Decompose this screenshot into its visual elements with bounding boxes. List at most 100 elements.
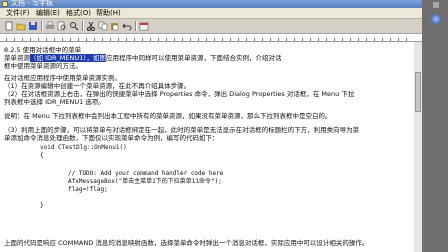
ruler-tick	[310, 38, 311, 41]
ruler-tick	[102, 38, 103, 41]
ruler-tick	[350, 38, 351, 41]
title-bar[interactable]: 文档 - 写字板	[0, 0, 422, 8]
ruler-tick	[270, 38, 271, 41]
ruler-tick	[70, 38, 71, 41]
undo-icon[interactable]	[122, 21, 132, 31]
ruler-tick	[30, 38, 31, 41]
new-icon[interactable]	[4, 21, 14, 31]
ruler-tick	[398, 38, 399, 41]
ruler-tick	[94, 38, 95, 41]
toolbar-separator	[135, 21, 136, 31]
paragraph-line: （1）在资源编辑中创建一个菜单资源，在此不再介绍具体步骤。	[4, 82, 191, 90]
text-run: 菜单资源	[4, 54, 30, 62]
code-line: }	[40, 202, 44, 209]
ruler-tick	[46, 38, 47, 41]
ruler-tick	[142, 38, 143, 41]
ruler-tick	[278, 38, 279, 41]
paragraph-line: 列表框中选择 IDR_MENU1 选项。	[4, 98, 105, 106]
ruler-tick	[190, 38, 191, 41]
ruler-tick	[358, 38, 359, 41]
ruler-tick	[174, 38, 175, 41]
vertical-scrollbar[interactable]	[414, 42, 422, 252]
ruler-tick	[222, 38, 223, 41]
ruler-tick	[246, 38, 247, 41]
ruler-tick	[302, 38, 303, 41]
ruler-tick	[262, 38, 263, 41]
selected-text[interactable]: （如 IDR_MENU1），如图	[30, 54, 106, 62]
print-icon[interactable]	[45, 21, 55, 31]
text-run: 应用程序中同样可以使用菜单资源，下面结合实例，介绍对话	[105, 54, 282, 62]
ruler-tick	[134, 38, 135, 41]
ruler-tick	[286, 38, 287, 41]
paragraph-line: 框中使用菜单资源的方法。	[4, 62, 82, 70]
ruler-tick	[54, 38, 55, 41]
scroll-thumb[interactable]	[415, 72, 421, 112]
document-area[interactable]: 8.2.5 使用对话框中的菜单 菜单资源（如 IDR_MENU1），如图应用程序…	[0, 42, 414, 252]
copy-icon[interactable]	[98, 21, 108, 31]
ruler-tick	[334, 38, 335, 41]
paragraph-line: （2）在对话框资源上右击，在弹出的快捷菜单中选择 Properties 命令，弹…	[4, 90, 355, 98]
ruler-tick	[86, 38, 87, 41]
section-heading: 8.2.5 使用对话框中的菜单	[4, 46, 82, 54]
close-icon[interactable]	[433, 2, 439, 8]
cut-icon[interactable]	[86, 21, 96, 31]
paragraph-line: 菜单资源（如 IDR_MENU1），如图应用程序中同样可以使用菜单资源，下面结合…	[4, 54, 281, 62]
window-title: 文档 - 写字板	[11, 0, 53, 7]
menu-bar: 文件(F) 编辑(E) 格式(O) 帮助(H)	[0, 8, 422, 19]
ruler-tick	[406, 38, 407, 41]
app-icon[interactable]	[2, 1, 8, 7]
menu-edit[interactable]: 编辑(E)	[36, 8, 60, 18]
paragraph-line: 说明：在 Menu 下拉列表框中会列出本工程中所有的菜单资源，如果没有菜单资源，…	[4, 112, 332, 120]
ruler-tick	[198, 38, 199, 41]
toolbar-separator	[82, 21, 83, 31]
ruler-tick	[342, 38, 343, 41]
paragraph-line: 单添加命令消息处理函数，下面仅以实现菜单命令为例，编写的代码如下：	[4, 134, 219, 142]
code-line: void CTestDlg::OnMenu1()	[40, 144, 127, 151]
ruler-tick	[110, 38, 111, 41]
ruler-tick	[118, 38, 119, 41]
date-icon[interactable]	[139, 21, 149, 31]
ruler-tick	[38, 38, 39, 41]
ruler-tick	[78, 38, 79, 41]
save-icon[interactable]	[28, 21, 38, 31]
ruler-tick	[206, 38, 207, 41]
ruler-tick	[238, 38, 239, 41]
ruler-tick	[230, 38, 231, 41]
ruler-tick	[166, 38, 167, 41]
toolbar	[0, 19, 422, 34]
ruler[interactable]	[0, 34, 422, 42]
ruler-tick	[6, 38, 7, 41]
ruler-tick	[14, 38, 15, 41]
ruler-tick	[374, 38, 375, 41]
open-icon[interactable]	[16, 21, 26, 31]
ruler-tick	[366, 38, 367, 41]
ruler-tick	[158, 38, 159, 41]
ruler-tick	[254, 38, 255, 41]
code-line: // TODO: Add your command handler code h…	[68, 170, 224, 177]
ruler-tick	[62, 38, 63, 41]
code-line: flag=!flag;	[68, 186, 108, 193]
code-line: {	[40, 152, 44, 159]
paragraph-line: 上面的代码是响应 COMMAND 消息的消息映射函数，选择菜单命令时弹出一个消息…	[4, 239, 369, 247]
preview-icon[interactable]	[57, 21, 67, 31]
logo-icon	[431, 14, 441, 24]
ruler-tick	[390, 38, 391, 41]
find-icon[interactable]	[69, 21, 79, 31]
code-line: AfxMessageBox("单击主菜单1下的下拉菜单11命令");	[68, 178, 222, 185]
ruler-tick	[318, 38, 319, 41]
menu-format[interactable]: 格式(O)	[66, 8, 91, 18]
paste-icon[interactable]	[110, 21, 120, 31]
wordpad-window: 文档 - 写字板 文件(F) 编辑(E) 格式(O) 帮助(H) 8.2.5 使…	[0, 0, 448, 252]
ruler-tick	[294, 38, 295, 41]
menu-help[interactable]: 帮助(H)	[96, 8, 121, 18]
toolbar-separator	[41, 21, 42, 31]
ruler-tick	[214, 38, 215, 41]
ruler-tick	[182, 38, 183, 41]
menu-file[interactable]: 文件(F)	[6, 8, 30, 18]
ruler-tick	[326, 38, 327, 41]
ruler-tick	[126, 38, 127, 41]
ruler-tick	[382, 38, 383, 41]
paragraph-line: 在对话框应用程序中使用菜单资源实例。	[4, 74, 121, 82]
right-panel	[422, 0, 448, 252]
paragraph-line: （3）利用上面的步骤，可以将菜单与对话框绑定在一起，此时的菜单是无法显示在对话框…	[4, 126, 360, 134]
